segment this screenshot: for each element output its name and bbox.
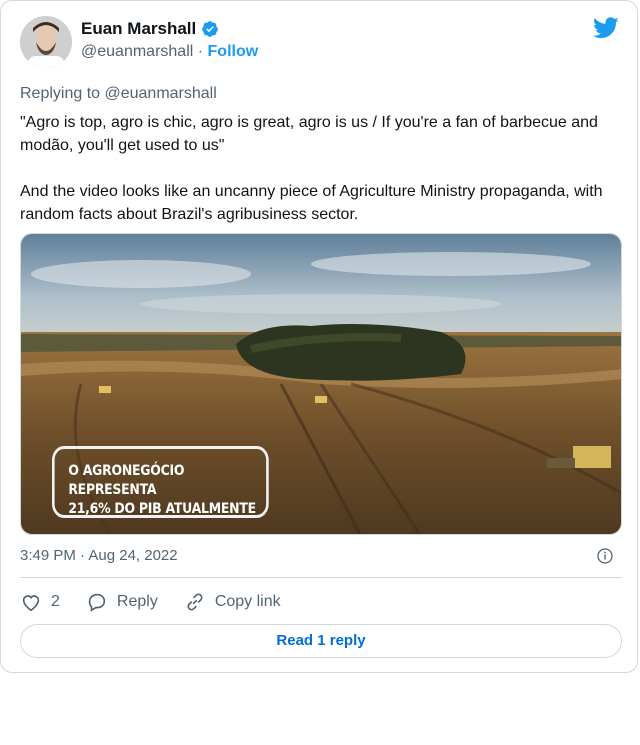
- copy-link-button[interactable]: Copy link: [184, 591, 281, 613]
- speech-bubble-icon: [88, 593, 106, 612]
- author-name-text[interactable]: Euan Marshall: [81, 19, 196, 39]
- copy-link-label: Copy link: [214, 593, 281, 610]
- like-count: 2: [51, 593, 60, 610]
- reply-button[interactable]: Reply: [86, 591, 158, 613]
- follow-button[interactable]: Follow: [208, 43, 259, 60]
- caption-line-2: 21,6% DO PIB ATUALMENTE: [68, 501, 256, 517]
- reply-label: Reply: [116, 593, 158, 610]
- action-bar: 2 Reply Copy link: [20, 591, 307, 613]
- tweet-card: Euan Marshall @euanmarshall · Follow Rep…: [0, 0, 638, 673]
- verified-badge-icon: [202, 21, 219, 37]
- avatar[interactable]: [20, 16, 72, 68]
- tweet-media-video[interactable]: O AGRONEGÓCIO REPRESENTA 21,6% DO PIB AT…: [20, 233, 622, 535]
- tweet-text: "Agro is top, agro is chic, agro is grea…: [20, 114, 603, 223]
- replying-to[interactable]: Replying to @euanmarshall: [20, 85, 217, 103]
- divider: [20, 577, 622, 578]
- handle-separator: ·: [197, 43, 204, 60]
- info-icon[interactable]: [597, 548, 613, 564]
- twitter-logo-icon[interactable]: [593, 17, 619, 39]
- caption-line-1: O AGRONEGÓCIO REPRESENTA: [68, 463, 185, 498]
- read-replies-button[interactable]: Read 1 reply: [20, 624, 622, 658]
- author-name[interactable]: Euan Marshall: [81, 19, 219, 39]
- tweet-timestamp[interactable]: 3:49 PM · Aug 24, 2022: [20, 547, 178, 564]
- video-caption-overlay: O AGRONEGÓCIO REPRESENTA 21,6% DO PIB AT…: [52, 446, 269, 518]
- heart-icon: [22, 595, 40, 612]
- author-handle[interactable]: @euanmarshall: [81, 43, 193, 60]
- link-icon: [187, 593, 203, 611]
- author-handle-row: @euanmarshall · Follow: [81, 43, 258, 61]
- like-button[interactable]: 2: [20, 591, 60, 613]
